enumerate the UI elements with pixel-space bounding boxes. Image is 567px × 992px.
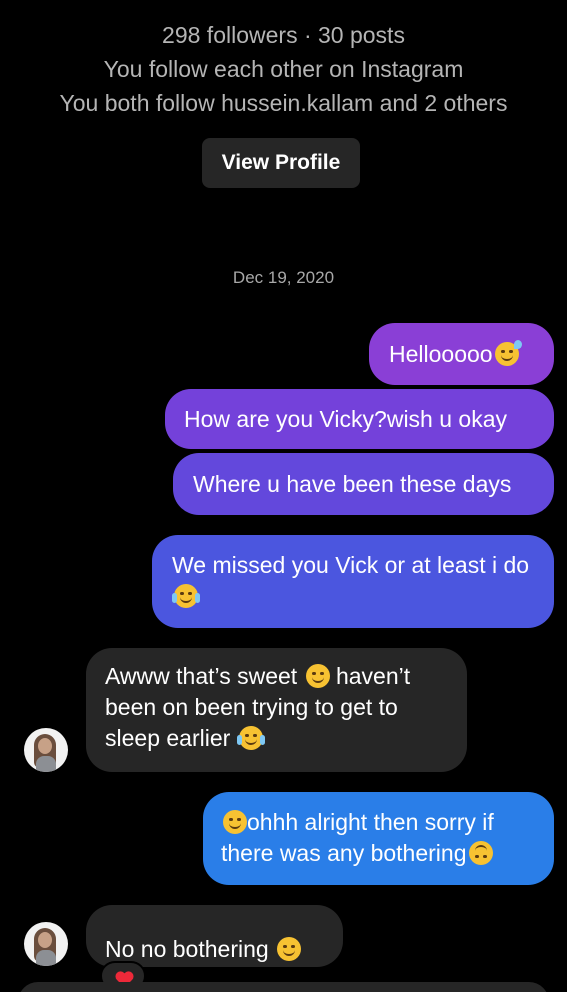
received-message-bubble[interactable]: No no bothering: [86, 905, 343, 967]
tears-of-joy-icon: [172, 584, 200, 608]
profile-stats: 298 followers · 30 posts: [162, 22, 405, 48]
message-composer[interactable]: [18, 982, 549, 992]
mutual-follow-note: You follow each other on Instagram: [103, 56, 464, 82]
message-text: Hellooooo: [389, 341, 493, 367]
sender-avatar[interactable]: [24, 728, 68, 772]
date-separator: Dec 19, 2020: [232, 268, 335, 287]
message-text: Awww that’s sweet: [105, 663, 298, 689]
received-message-bubble[interactable]: Awww that’s sweet haven’t been on been t…: [86, 648, 467, 772]
smiling-face-icon: [305, 664, 330, 688]
tears-of-joy-icon: [236, 726, 265, 750]
smiling-face-icon: [223, 810, 247, 834]
message-text: Where u have been these days: [193, 471, 512, 497]
upside-down-face-icon: [468, 841, 493, 865]
shared-follows-note: You both follow hussein.kallam and 2 oth…: [59, 90, 508, 116]
message-text: We missed you Vick or at least i do: [172, 552, 530, 578]
sent-message-bubble[interactable]: How are you Vicky?wish u okay: [165, 389, 554, 449]
profile-summary: 298 followers · 30 posts You follow each…: [0, 18, 567, 120]
sender-avatar[interactable]: [24, 922, 68, 966]
smiling-face-icon: [277, 937, 302, 961]
sent-message-bubble[interactable]: Where u have been these days: [173, 453, 554, 515]
sent-message-bubble[interactable]: ohhh alright then sorry if there was any…: [203, 792, 554, 885]
message-text: No no bothering: [105, 936, 269, 962]
dm-thread-screen: 298 followers · 30 posts You follow each…: [0, 0, 567, 992]
sent-message-bubble[interactable]: We missed you Vick or at least i do: [152, 535, 554, 628]
view-profile-button[interactable]: View Profile: [202, 138, 360, 188]
message-text: ohhh alright then sorry if there was any…: [221, 809, 494, 866]
message-text: How are you Vicky?wish u okay: [184, 406, 507, 432]
sweat-smile-icon: [494, 340, 522, 366]
sent-message-bubble[interactable]: Hellooooo: [369, 323, 554, 385]
